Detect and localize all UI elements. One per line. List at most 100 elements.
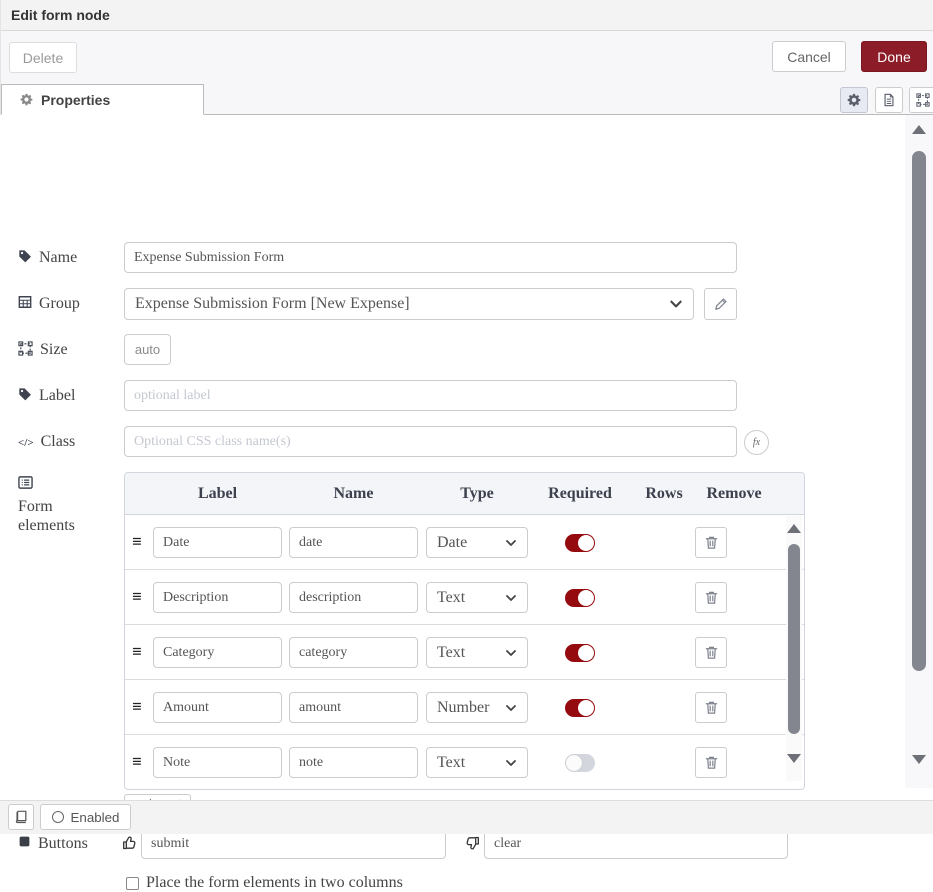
cancel-button[interactable]: Cancel bbox=[772, 41, 846, 72]
column-header: Rows bbox=[636, 473, 692, 515]
name-field-label: Name bbox=[18, 248, 77, 267]
two-columns-label: Place the form elements in two columns bbox=[146, 874, 403, 892]
drag-handle-icon[interactable]: ≡ bbox=[132, 752, 142, 772]
dialog-header: Edit form node bbox=[1, 0, 933, 31]
required-toggle[interactable] bbox=[565, 699, 595, 717]
required-toggle[interactable] bbox=[565, 754, 595, 772]
form-elements-rows: ≡ Date ≡ Text ≡ Text bbox=[125, 515, 804, 789]
buttons-field-label: Buttons bbox=[18, 834, 88, 853]
form-elements-table: LabelNameTypeRequiredRowsRemove ≡ Date ≡… bbox=[124, 472, 805, 790]
group-select[interactable]: Expense Submission Form [New Expense] bbox=[124, 288, 694, 320]
scroll-down-icon[interactable] bbox=[787, 754, 801, 763]
chevron-down-icon bbox=[505, 537, 517, 549]
circle-icon bbox=[52, 811, 64, 823]
form-element-row: ≡ Date bbox=[125, 515, 804, 570]
trash-icon bbox=[704, 590, 719, 605]
form-elements-scrollbar[interactable] bbox=[786, 516, 802, 781]
remove-element-button[interactable] bbox=[695, 637, 727, 668]
element-name-input[interactable] bbox=[289, 747, 418, 778]
fx-icon: fx bbox=[753, 437, 760, 448]
required-toggle[interactable] bbox=[565, 644, 595, 662]
label-field-label: Label bbox=[18, 386, 75, 405]
chevron-down-icon bbox=[505, 757, 517, 769]
tab-properties[interactable]: Properties bbox=[1, 84, 204, 115]
label-input[interactable] bbox=[124, 380, 737, 411]
list-alt-icon bbox=[18, 475, 33, 490]
gear-icon bbox=[20, 93, 33, 106]
remove-element-button[interactable] bbox=[695, 692, 727, 723]
element-type-select[interactable]: Date bbox=[426, 527, 528, 558]
dialog-title: Edit form node bbox=[11, 7, 110, 23]
two-columns-checkbox[interactable] bbox=[126, 877, 139, 890]
tab-button-properties[interactable] bbox=[840, 87, 868, 113]
drag-handle-icon[interactable]: ≡ bbox=[132, 587, 142, 607]
required-toggle[interactable] bbox=[565, 534, 595, 552]
element-name-input[interactable] bbox=[289, 582, 418, 613]
object-group-icon bbox=[916, 93, 930, 107]
two-columns-option: Place the form elements in two columns bbox=[126, 874, 403, 892]
document-icon bbox=[882, 93, 896, 107]
enabled-label: Enabled bbox=[71, 810, 120, 825]
drag-handle-icon[interactable]: ≡ bbox=[132, 532, 142, 552]
drag-handle-icon[interactable]: ≡ bbox=[132, 642, 142, 662]
element-name-input[interactable] bbox=[289, 692, 418, 723]
book-icon bbox=[14, 810, 28, 824]
delete-button[interactable]: Delete bbox=[9, 42, 77, 73]
dialog-footer: Enabled bbox=[0, 800, 933, 834]
scroll-down-icon[interactable] bbox=[912, 755, 926, 764]
element-label-input[interactable] bbox=[153, 527, 282, 558]
scrollbar-thumb[interactable] bbox=[912, 151, 926, 671]
class-expression-button[interactable]: fx bbox=[744, 430, 769, 455]
scrollbar-thumb[interactable] bbox=[788, 544, 800, 734]
chevron-down-icon bbox=[505, 702, 517, 714]
trash-icon bbox=[704, 535, 719, 550]
code-icon: </> bbox=[18, 434, 34, 453]
docs-button[interactable] bbox=[8, 804, 34, 830]
form-element-row: ≡ Text bbox=[125, 735, 804, 789]
element-type-select[interactable]: Number bbox=[426, 692, 528, 723]
element-label-input[interactable] bbox=[153, 637, 282, 668]
element-label-input[interactable] bbox=[153, 582, 282, 613]
scroll-up-icon[interactable] bbox=[787, 524, 801, 533]
size-field-label: Size bbox=[18, 340, 68, 359]
element-type-select[interactable]: Text bbox=[426, 747, 528, 778]
remove-element-button[interactable] bbox=[695, 747, 727, 778]
tab-button-appearance[interactable] bbox=[909, 87, 933, 113]
column-header: Name bbox=[289, 473, 418, 515]
class-input[interactable] bbox=[124, 426, 737, 457]
object-group-icon bbox=[18, 341, 33, 356]
form-elements-field-label: Form elements bbox=[18, 474, 106, 535]
element-label-input[interactable] bbox=[153, 692, 282, 723]
form-elements-table-header: LabelNameTypeRequiredRowsRemove bbox=[125, 473, 804, 515]
element-name-input[interactable] bbox=[289, 527, 418, 558]
tab-bar: Properties bbox=[1, 84, 933, 115]
class-field-label: </> Class bbox=[18, 432, 75, 453]
element-type-select[interactable]: Text bbox=[426, 637, 528, 668]
column-header: Label bbox=[153, 473, 282, 515]
gear-icon bbox=[847, 93, 861, 107]
scroll-up-icon[interactable] bbox=[912, 125, 926, 134]
done-button[interactable]: Done bbox=[861, 41, 927, 72]
chevron-down-icon bbox=[505, 592, 517, 604]
name-input[interactable] bbox=[124, 242, 737, 273]
remove-element-button[interactable] bbox=[695, 582, 727, 613]
chevron-down-icon bbox=[669, 297, 683, 311]
panel-scrollbar[interactable] bbox=[905, 115, 933, 788]
tab-button-description[interactable] bbox=[875, 87, 903, 113]
dialog-toolbar: Delete Cancel Done bbox=[1, 31, 933, 84]
drag-handle-icon[interactable]: ≡ bbox=[132, 697, 142, 717]
form-element-row: ≡ Number bbox=[125, 680, 804, 735]
remove-element-button[interactable] bbox=[695, 527, 727, 558]
element-label-input[interactable] bbox=[153, 747, 282, 778]
tab-properties-label: Properties bbox=[41, 92, 110, 108]
required-toggle[interactable] bbox=[565, 589, 595, 607]
column-header: Remove bbox=[701, 473, 767, 515]
column-header: Type bbox=[426, 473, 528, 515]
enabled-toggle-button[interactable]: Enabled bbox=[40, 804, 131, 830]
element-name-input[interactable] bbox=[289, 637, 418, 668]
size-button[interactable]: auto bbox=[124, 334, 171, 365]
form-element-row: ≡ Text bbox=[125, 570, 804, 625]
tag-icon bbox=[18, 387, 32, 401]
edit-group-button[interactable] bbox=[704, 288, 737, 320]
element-type-select[interactable]: Text bbox=[426, 582, 528, 613]
